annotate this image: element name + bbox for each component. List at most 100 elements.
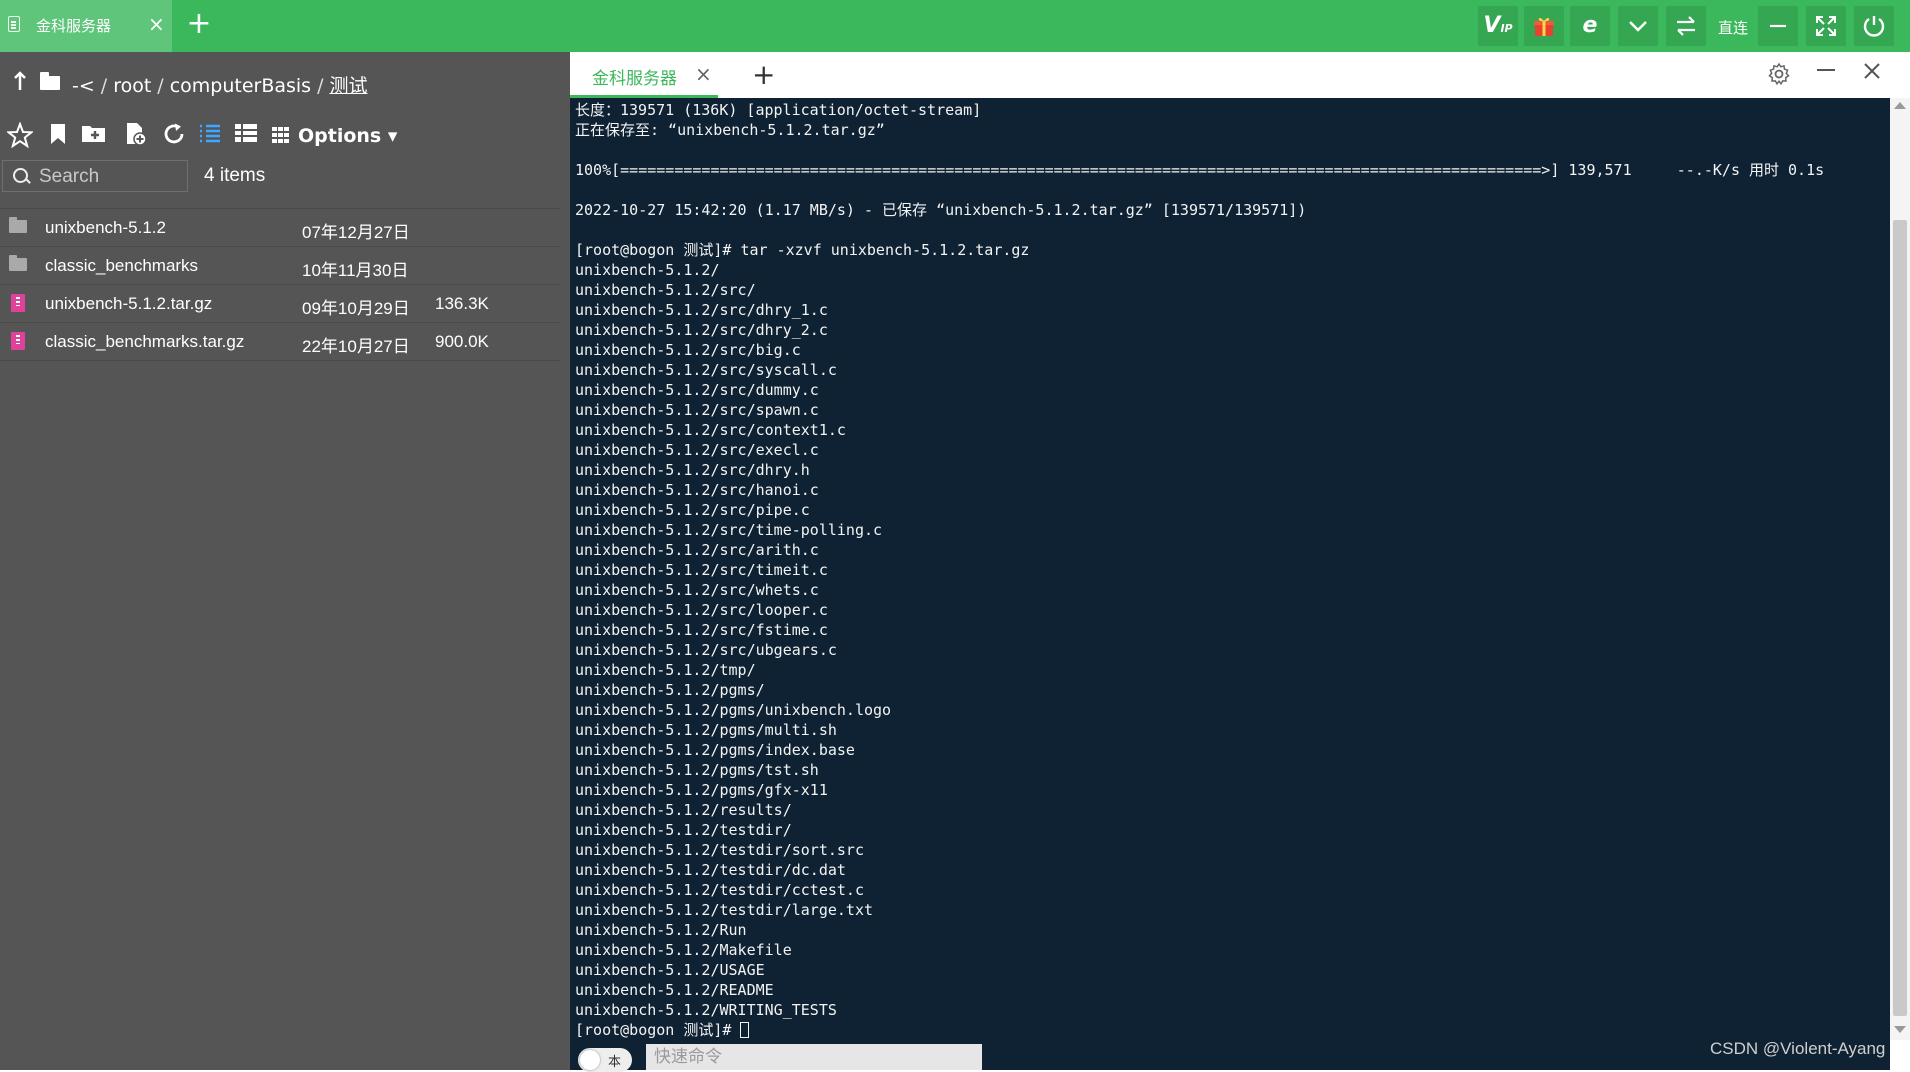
tab-terminal-session[interactable]: 金科服务器 ×	[570, 52, 718, 98]
terminal-line: unixbench-5.1.2/src/context1.c	[575, 421, 846, 439]
terminal-line: unixbench-5.1.2/pgms/gfx-x11	[575, 781, 828, 799]
items-count: 4 items	[204, 165, 266, 186]
scroll-up-icon[interactable]	[1894, 102, 1906, 109]
bookmark-icon[interactable]	[44, 122, 72, 150]
chevron-down-icon[interactable]	[1618, 6, 1658, 46]
folder-icon	[9, 255, 27, 271]
breadcrumb-item-root[interactable]: root	[113, 75, 151, 97]
file-list: unixbench-5.1.2 07年12月27日 classic_benchm…	[0, 208, 560, 361]
terminal-line: unixbench-5.1.2/pgms/	[575, 681, 765, 699]
file-row[interactable]: classic_benchmarks 10年11月30日	[0, 247, 560, 285]
terminal-tab-bar: 金科服务器 × +	[570, 52, 1910, 99]
app-tab[interactable]: 金科服务器 ×	[0, 0, 172, 52]
search-icon	[13, 168, 28, 183]
watermark-text: CSDN @Violent-Ayang	[1710, 1039, 1886, 1058]
terminal-line: unixbench-5.1.2/src/ubgears.c	[575, 641, 837, 659]
swap-icon[interactable]	[1666, 6, 1706, 46]
file-row[interactable]: unixbench-5.1.2.tar.gz 09年10月29日 136.3K	[0, 285, 560, 323]
file-size: 900.0K	[435, 332, 489, 351]
minimize-panel-icon[interactable]	[1815, 57, 1837, 87]
refresh-icon[interactable]	[160, 122, 188, 150]
terminal-line: unixbench-5.1.2/src/dhry.h	[575, 461, 810, 479]
gift-icon[interactable]	[1524, 6, 1564, 46]
terminal-line: unixbench-5.1.2/src/pipe.c	[575, 501, 810, 519]
quick-command-bar: 本	[570, 1040, 1890, 1072]
file-size: 136.3K	[435, 294, 489, 313]
terminal-prompt: [root@bogon 测试]#	[575, 1021, 741, 1039]
terminal-line: unixbench-5.1.2/src/whets.c	[575, 581, 819, 599]
grid-view-icon	[272, 127, 290, 143]
file-name: unixbench-5.1.2.tar.gz	[45, 294, 213, 313]
folder-icon	[40, 72, 60, 90]
terminal-line: unixbench-5.1.2/src/timeit.c	[575, 561, 828, 579]
new-folder-icon[interactable]	[80, 122, 108, 150]
minimize-icon[interactable]	[1758, 6, 1798, 46]
new-app-tab-button[interactable]: +	[182, 8, 216, 42]
terminal-line: unixbench-5.1.2/testdir/dc.dat	[575, 861, 846, 879]
list-view-icon[interactable]	[196, 122, 224, 150]
terminal-output[interactable]: 长度：139571 (136K) [application/octet-stre…	[570, 98, 1890, 1040]
file-toolbar: Options ▾	[0, 114, 570, 158]
terminal-line: 100%[===================================…	[575, 161, 1825, 179]
terminal-line: unixbench-5.1.2/testdir/	[575, 821, 792, 839]
close-icon[interactable]	[1862, 58, 1882, 88]
fullscreen-icon[interactable]	[1806, 6, 1846, 46]
breadcrumb-item-computerbasis[interactable]: computerBasis	[170, 75, 311, 97]
direct-connect-label[interactable]: 直连	[1718, 17, 1748, 38]
archive-file-icon	[11, 332, 25, 350]
terminal-line: unixbench-5.1.2/README	[575, 981, 774, 999]
file-date: 10年11月30日	[302, 261, 409, 280]
vip-icon[interactable]: VIP	[1478, 6, 1518, 46]
close-tab-icon[interactable]: ×	[695, 62, 712, 86]
terminal-line: [root@bogon 测试]# tar -xzvf unixbench-5.1…	[575, 241, 1030, 259]
terminal-line: unixbench-5.1.2/src/dhry_1.c	[575, 301, 828, 319]
terminal-line: unixbench-5.1.2/testdir/cctest.c	[575, 881, 864, 899]
go-up-icon[interactable]	[12, 70, 28, 98]
terminal-line: unixbench-5.1.2/src/time-polling.c	[575, 521, 883, 539]
terminal-line: unixbench-5.1.2/USAGE	[575, 961, 765, 979]
file-date: 22年10月27日	[302, 337, 410, 356]
terminal-line: unixbench-5.1.2/src/dhry_2.c	[575, 321, 828, 339]
terminal-line: unixbench-5.1.2/	[575, 261, 720, 279]
quick-command-input[interactable]	[646, 1044, 982, 1070]
file-row[interactable]: classic_benchmarks.tar.gz 22年10月27日 900.…	[0, 323, 560, 361]
terminal-line: unixbench-5.1.2/pgms/index.base	[575, 741, 855, 759]
detail-view-icon[interactable]	[232, 122, 260, 150]
terminal-line: unixbench-5.1.2/src/big.c	[575, 341, 801, 359]
archive-file-icon	[11, 294, 25, 312]
terminal-scrollbar[interactable]	[1890, 98, 1910, 1040]
scroll-down-icon[interactable]	[1894, 1026, 1906, 1033]
terminal-line: unixbench-5.1.2/testdir/sort.src	[575, 841, 864, 859]
file-row[interactable]: unixbench-5.1.2 07年12月27日	[0, 209, 560, 247]
folder-icon	[9, 217, 27, 233]
file-name: classic_benchmarks	[45, 256, 199, 275]
terminal-line: 长度：139571 (136K) [application/octet-stre…	[575, 101, 982, 119]
options-menu-button[interactable]: Options ▾	[272, 125, 397, 147]
search-input[interactable]	[37, 163, 181, 191]
app-tab-close-icon[interactable]: ×	[148, 12, 165, 36]
breadcrumb-item-current[interactable]: 测试	[329, 75, 367, 97]
terminal-line: unixbench-5.1.2/src/hanoi.c	[575, 481, 819, 499]
new-terminal-tab-button[interactable]: +	[752, 58, 775, 91]
scrollbar-thumb[interactable]	[1893, 220, 1907, 1016]
file-date: 07年12月27日	[302, 223, 410, 242]
terminal-prompt-line: [root@bogon 测试]#	[575, 1020, 1890, 1040]
terminal-line: unixbench-5.1.2/src/spawn.c	[575, 401, 819, 419]
local-toggle[interactable]: 本	[578, 1048, 632, 1072]
file-date: 09年10月29日	[302, 299, 410, 318]
terminal-line: unixbench-5.1.2/src/	[575, 281, 756, 299]
terminal-lines: 长度：139571 (136K) [application/octet-stre…	[575, 100, 1890, 1020]
terminal-line: unixbench-5.1.2/src/execl.c	[575, 441, 819, 459]
terminal-line: unixbench-5.1.2/testdir/large.txt	[575, 901, 874, 919]
terminal-line: unixbench-5.1.2/src/arith.c	[575, 541, 819, 559]
star-icon[interactable]	[5, 121, 35, 150]
browser-icon[interactable]: e	[1570, 6, 1610, 46]
search-box[interactable]	[2, 160, 188, 192]
power-icon[interactable]	[1854, 6, 1894, 46]
terminal-cursor	[740, 1022, 750, 1038]
new-file-icon[interactable]	[122, 122, 150, 150]
gear-icon[interactable]	[1767, 62, 1791, 92]
file-browser-panel: -</root/computerBasis/测试 Options ▾ 4 ite…	[0, 52, 570, 1070]
breadcrumb-root[interactable]: -<	[72, 75, 95, 97]
